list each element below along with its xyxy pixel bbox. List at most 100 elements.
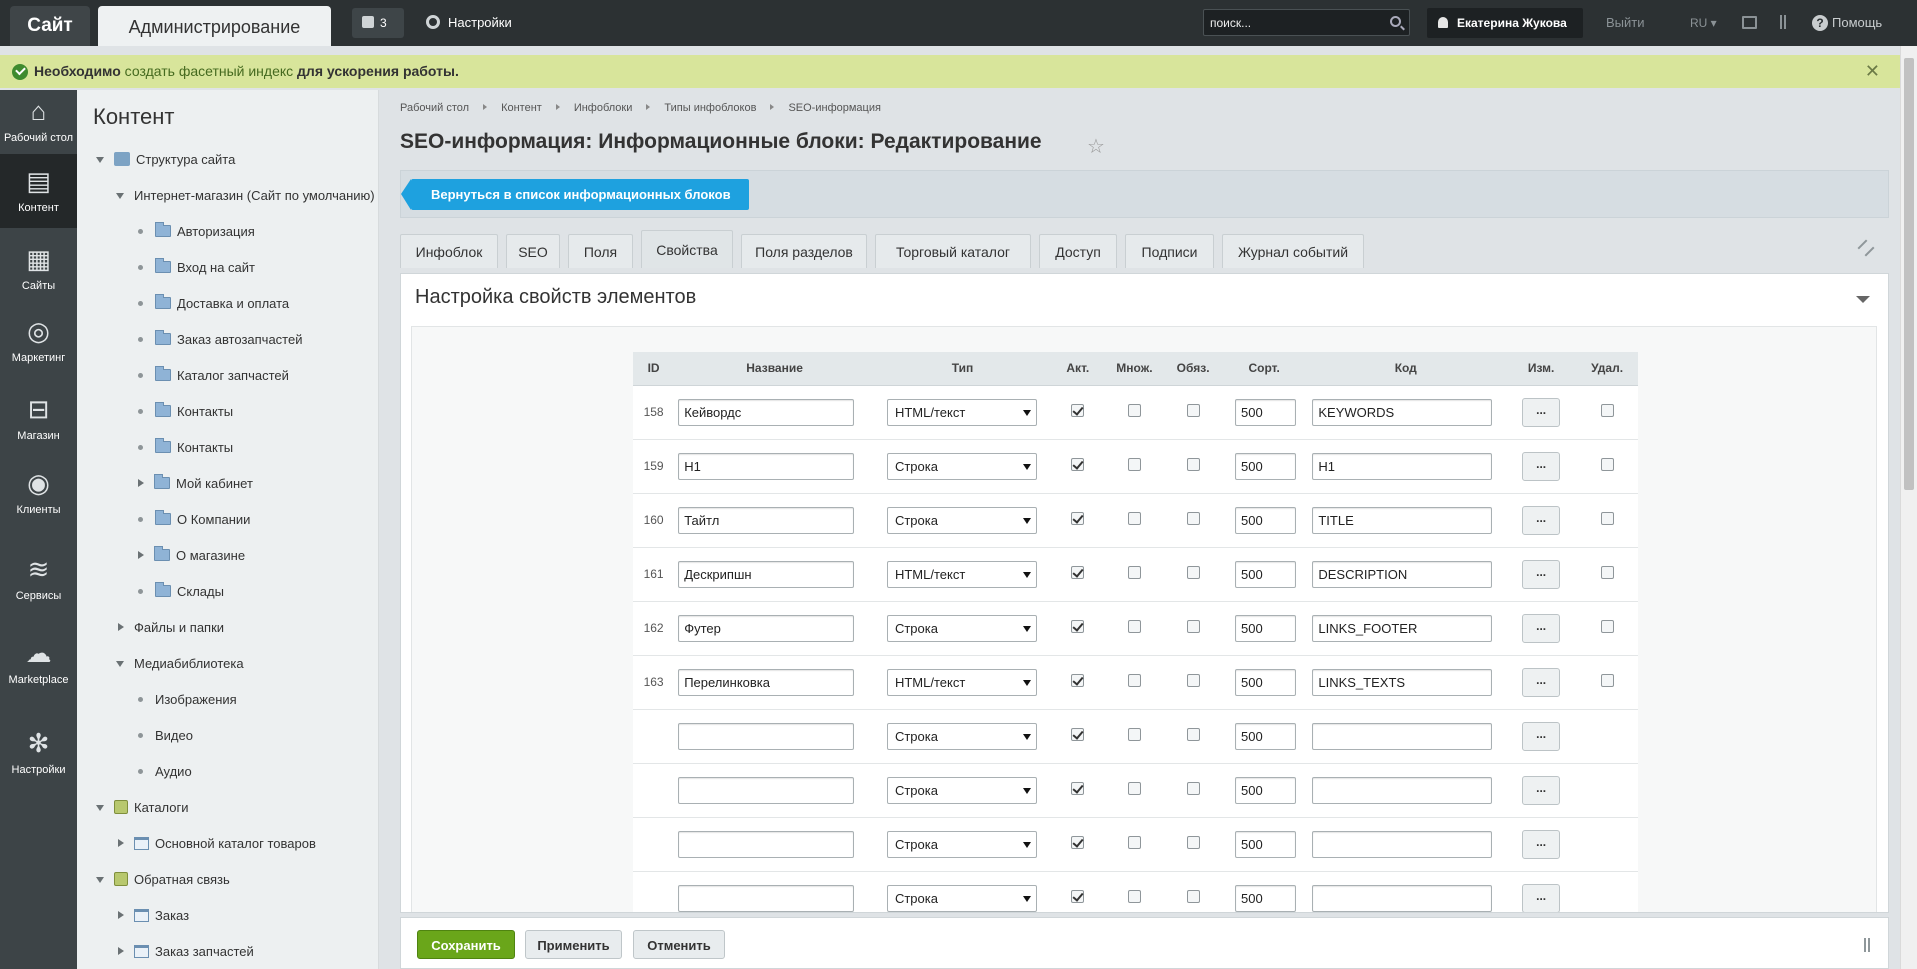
tree-item[interactable]: Контакты <box>136 438 233 455</box>
code-input[interactable] <box>1312 776 1493 804</box>
code-input[interactable]: DESCRIPTION <box>1312 560 1493 588</box>
name-input[interactable] <box>678 830 855 858</box>
type-select[interactable]: Строка <box>886 722 1037 750</box>
edit-button[interactable]: ... <box>1522 613 1561 643</box>
edit-button[interactable]: ... <box>1522 451 1561 481</box>
required-checkbox[interactable] <box>1186 674 1200 687</box>
tree-item[interactable]: Авторизация <box>136 222 255 239</box>
code-input[interactable] <box>1312 830 1493 858</box>
edit-button[interactable]: ... <box>1522 559 1561 589</box>
type-select[interactable]: HTML/текст <box>886 560 1037 588</box>
edit-button[interactable]: ... <box>1522 775 1561 805</box>
tree-item[interactable]: Интернет-магазин (Сайт по умолчанию) <box>116 188 375 203</box>
active-checkbox[interactable] <box>1071 458 1085 471</box>
chevron-right-icon[interactable] <box>118 623 124 631</box>
active-checkbox[interactable] <box>1071 620 1085 633</box>
edit-button[interactable]: ... <box>1522 667 1561 697</box>
rail-item-sites[interactable]: ▦ Сайты <box>0 236 77 294</box>
name-input[interactable]: Дескрипшн <box>678 560 855 588</box>
rail-item-settings[interactable]: ✻ Настройки <box>0 720 77 778</box>
required-checkbox[interactable] <box>1186 890 1200 903</box>
tree-item[interactable]: Обратная связь <box>96 872 230 887</box>
delete-checkbox[interactable] <box>1600 512 1614 525</box>
search-icon[interactable] <box>1390 16 1401 27</box>
pin-icon[interactable] <box>1857 239 1875 257</box>
tree-item[interactable]: О магазине <box>136 546 245 563</box>
type-select[interactable]: HTML/текст <box>886 668 1037 696</box>
sort-input[interactable]: 500 <box>1234 506 1296 534</box>
required-checkbox[interactable] <box>1186 620 1200 633</box>
breadcrumb-item[interactable]: Контент <box>501 102 542 114</box>
type-select[interactable]: Строка <box>886 506 1037 534</box>
star-icon[interactable]: ☆ <box>1087 134 1105 159</box>
active-checkbox[interactable] <box>1071 566 1085 579</box>
language-select[interactable]: RU ▾ <box>1690 0 1717 46</box>
type-select[interactable]: Строка <box>886 776 1037 804</box>
delete-checkbox[interactable] <box>1600 674 1614 687</box>
tree-item[interactable]: Видео <box>136 728 193 743</box>
collapse-icon[interactable] <box>1856 296 1870 303</box>
rail-item-desktop[interactable]: ⌂ Рабочий стол <box>0 92 77 150</box>
active-checkbox[interactable] <box>1071 728 1085 741</box>
multiple-checkbox[interactable] <box>1127 512 1141 525</box>
multiple-checkbox[interactable] <box>1127 620 1141 633</box>
chevron-right-icon[interactable] <box>118 947 124 955</box>
tab-infoblock[interactable]: Инфоблок <box>400 234 498 268</box>
required-checkbox[interactable] <box>1186 404 1200 417</box>
edit-button[interactable]: ... <box>1522 829 1561 859</box>
tree-item[interactable]: Заказ запчастей <box>116 944 254 959</box>
multiple-checkbox[interactable] <box>1127 728 1141 741</box>
delete-checkbox[interactable] <box>1600 458 1614 471</box>
multiple-checkbox[interactable] <box>1127 566 1141 579</box>
type-select[interactable]: Строка <box>886 884 1037 912</box>
edit-button[interactable]: ... <box>1522 505 1561 535</box>
sort-input[interactable]: 500 <box>1234 830 1296 858</box>
code-input[interactable] <box>1312 722 1493 750</box>
vertical-scrollbar[interactable] <box>1900 46 1917 969</box>
required-checkbox[interactable] <box>1186 458 1200 471</box>
tree-item[interactable]: Заказ автозапчастей <box>136 330 303 347</box>
delete-checkbox[interactable] <box>1600 566 1614 579</box>
tree-item[interactable]: О Компании <box>136 510 250 527</box>
type-select[interactable]: HTML/текст <box>886 398 1037 426</box>
multiple-checkbox[interactable] <box>1127 674 1141 687</box>
name-input[interactable] <box>678 776 855 804</box>
sort-input[interactable]: 500 <box>1234 668 1296 696</box>
name-input[interactable]: H1 <box>678 452 855 480</box>
code-input[interactable] <box>1312 884 1493 912</box>
required-checkbox[interactable] <box>1186 566 1200 579</box>
search-input[interactable]: поиск... <box>1203 9 1410 36</box>
logout-link[interactable]: Выйти <box>1606 0 1645 46</box>
breadcrumb-item[interactable]: SEO-информация <box>788 102 880 114</box>
tab-properties[interactable]: Свойства <box>641 230 733 268</box>
delete-checkbox[interactable] <box>1600 620 1614 633</box>
chevron-right-icon[interactable] <box>138 479 144 487</box>
rail-item-clients[interactable]: ◉ Клиенты <box>0 460 77 518</box>
active-checkbox[interactable] <box>1071 782 1085 795</box>
sort-input[interactable]: 500 <box>1234 398 1296 426</box>
code-input[interactable]: TITLE <box>1312 506 1493 534</box>
sort-input[interactable]: 500 <box>1234 560 1296 588</box>
window-icon[interactable] <box>1742 16 1757 29</box>
tab-captions[interactable]: Подписи <box>1125 234 1214 268</box>
tree-item[interactable]: Доставка и оплата <box>136 294 289 311</box>
code-input[interactable]: LINKS_FOOTER <box>1312 614 1493 642</box>
active-checkbox[interactable] <box>1071 404 1085 417</box>
name-input[interactable]: Перелинковка <box>678 668 855 696</box>
tree-item[interactable]: Заказ <box>116 908 189 923</box>
tree-item[interactable]: Медиабиблиотека <box>116 656 244 671</box>
chevron-right-icon[interactable] <box>138 551 144 559</box>
breadcrumb-item[interactable]: Рабочий стол <box>400 102 469 114</box>
active-checkbox[interactable] <box>1071 512 1085 525</box>
code-input[interactable]: H1 <box>1312 452 1493 480</box>
tab-section-fields[interactable]: Поля разделов <box>741 234 867 268</box>
chevron-right-icon[interactable] <box>118 839 124 847</box>
tree-item[interactable]: Вход на сайт <box>136 258 255 275</box>
sort-input[interactable]: 500 <box>1234 776 1296 804</box>
chevron-down-icon[interactable] <box>96 805 104 811</box>
name-input[interactable]: Футер <box>678 614 855 642</box>
delete-checkbox[interactable] <box>1600 404 1614 417</box>
back-to-list-button[interactable]: Вернуться в список информационных блоков <box>401 179 749 210</box>
name-input[interactable] <box>678 884 855 912</box>
apply-button[interactable]: Применить <box>525 930 622 959</box>
